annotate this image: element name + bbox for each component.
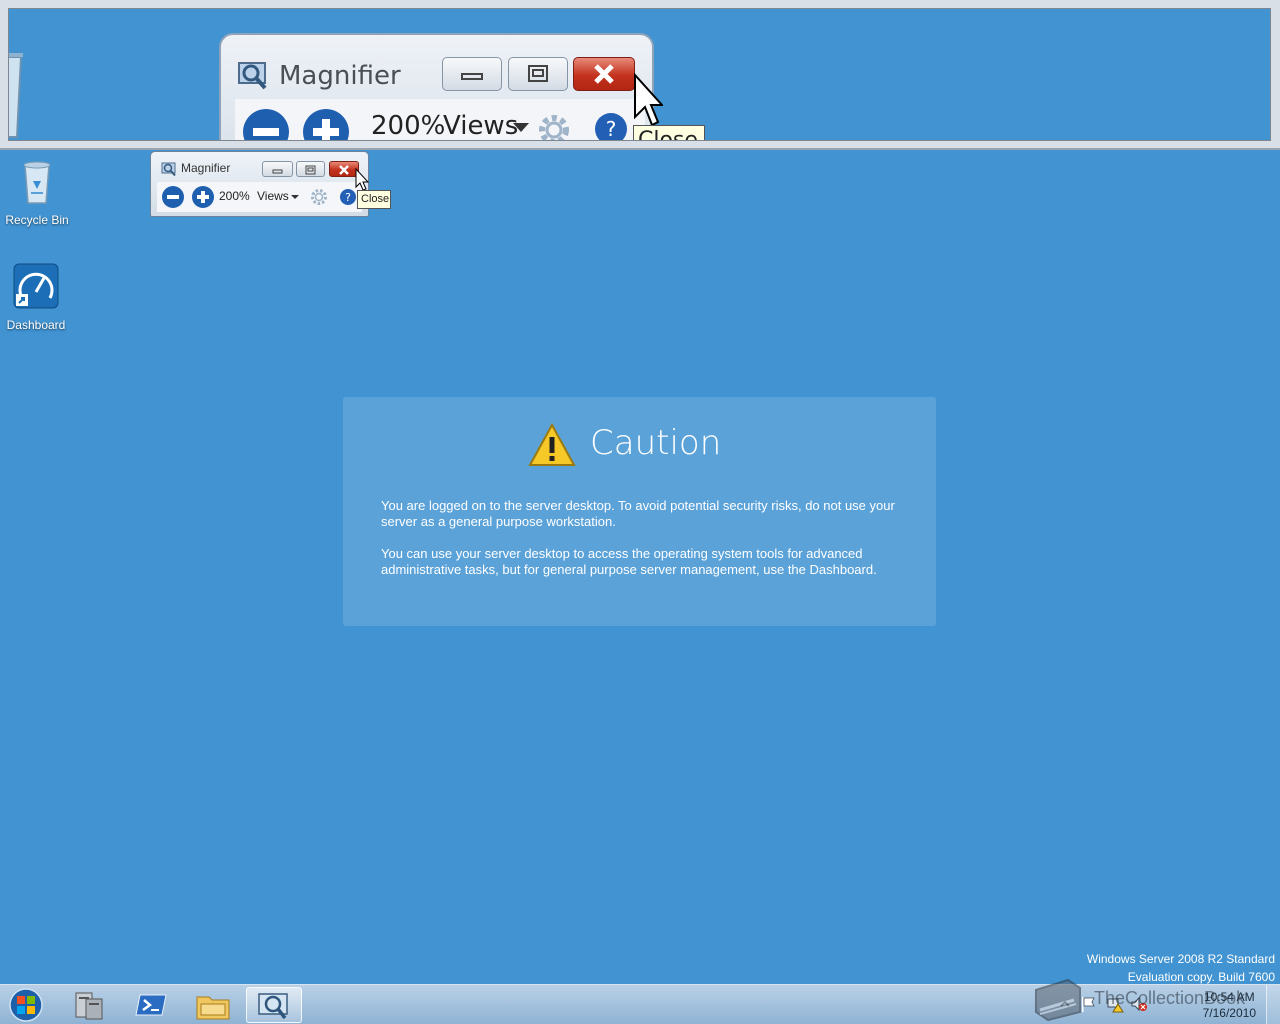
help-icon: ? — [595, 113, 627, 141]
magnified-zoom-level: 200% — [371, 111, 446, 141]
restore-button[interactable] — [296, 161, 325, 177]
magnifier-toolbar: 200% Views ? — [157, 182, 362, 212]
magnified-cursor-icon — [634, 73, 663, 127]
magnified-magnifier-window: Magnifier 200% Views ? — [219, 33, 654, 141]
recycle-bin-icon — [23, 161, 51, 204]
taskbar-explorer[interactable] — [185, 987, 241, 1023]
server-manager-icon — [75, 992, 103, 1020]
caution-title: Caution — [590, 423, 722, 463]
explorer-icon — [196, 996, 230, 1020]
powershell-icon — [135, 994, 167, 1016]
taskbar-server-manager[interactable] — [62, 987, 118, 1023]
zoom-in-button[interactable] — [191, 185, 215, 209]
desktop-icon-dashboard[interactable]: Dashboard — [0, 262, 72, 332]
views-dropdown[interactable]: Views — [257, 189, 289, 203]
desktop-icon-label: Dashboard — [6, 318, 66, 332]
magnified-close-button — [573, 57, 635, 91]
gear-icon[interactable] — [310, 188, 328, 206]
zoom-level: 200% — [219, 189, 250, 203]
close-tooltip: Close — [357, 190, 391, 209]
zoom-out-button[interactable] — [161, 185, 185, 209]
magnified-title: Magnifier — [279, 61, 401, 91]
taskbar: 10:54 AM 7/16/2010 — [0, 984, 1280, 1024]
windows-version-watermark: Windows Server 2008 R2 Standard Evaluati… — [1087, 950, 1275, 986]
book-watermark-icon — [1035, 978, 1081, 1022]
desktop-icon-recycle-bin[interactable]: Recycle Bin — [1, 157, 73, 227]
site-watermark-text: TheCollectionBook — [1094, 988, 1246, 1008]
magnifier-app-icon — [238, 62, 267, 90]
minimize-button[interactable] — [262, 161, 293, 177]
zoom-out-icon — [243, 109, 289, 140]
svg-text:?: ? — [606, 117, 617, 141]
dashboard-icon — [13, 263, 59, 309]
magnifier-icon — [258, 993, 288, 1020]
chevron-down-icon — [513, 123, 529, 132]
caution-paragraph-2: You can use your server desktop to acces… — [381, 546, 877, 577]
magnifier-lens-view: Magnifier 200% Views ? Close — [0, 0, 1280, 150]
magnified-area: Magnifier 200% Views ? Close — [8, 8, 1271, 141]
version-line: Windows Server 2008 R2 Standard — [1086, 952, 1275, 966]
caution-panel: Caution You are logged on to the server … — [343, 397, 936, 626]
desktop-icon-label: Recycle Bin — [5, 213, 69, 227]
magnified-toolbar: 200% Views ? — [235, 99, 645, 141]
start-orb-icon[interactable] — [6, 987, 46, 1023]
magnified-minimize-button — [442, 57, 502, 91]
svg-text:?: ? — [345, 191, 351, 204]
magnified-restore-button — [508, 57, 568, 91]
taskbar-magnifier[interactable] — [246, 987, 302, 1023]
caution-paragraph-1: You are logged on to the server desktop.… — [381, 498, 895, 529]
gear-icon — [539, 115, 569, 140]
chevron-down-icon — [291, 195, 299, 199]
magnified-views-label: Views — [443, 111, 519, 141]
magnifier-app-icon — [161, 162, 176, 177]
warning-icon — [528, 423, 576, 466]
window-title: Magnifier — [181, 161, 231, 175]
recycle-bin-icon — [9, 53, 23, 138]
zoom-in-icon — [303, 109, 349, 140]
magnifier-window[interactable]: Magnifier 200% Views ? — [150, 151, 369, 217]
mouse-cursor-icon — [355, 168, 369, 191]
taskbar-powershell[interactable] — [124, 987, 180, 1023]
magnified-tooltip: Close — [633, 125, 705, 140]
show-desktop-button[interactable] — [1266, 985, 1280, 1024]
